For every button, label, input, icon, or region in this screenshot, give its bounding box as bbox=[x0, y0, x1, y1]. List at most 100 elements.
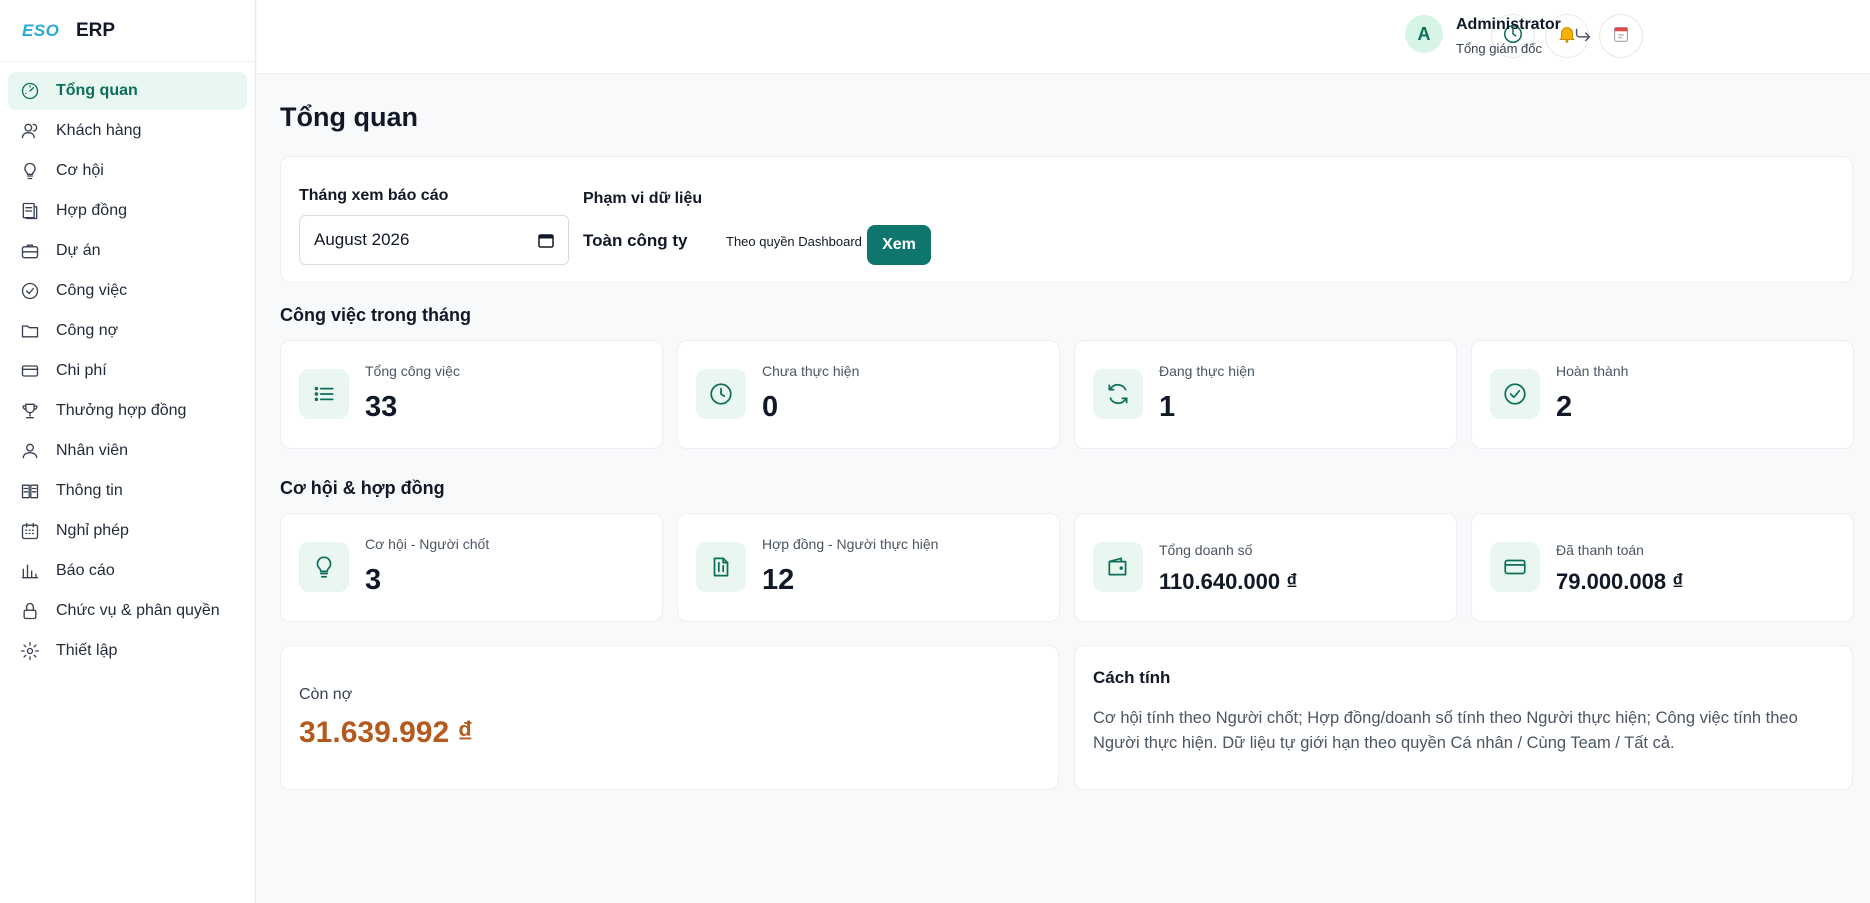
check-circle-icon bbox=[1490, 369, 1540, 419]
scope-label: Phạm vi dữ liệu bbox=[583, 190, 703, 207]
month-input[interactable]: August 2026 bbox=[299, 215, 569, 265]
sidebar-item-thuong-hop-dong[interactable]: Thưởng hợp đồng bbox=[8, 392, 247, 430]
stat-value: 79.000.008 ₫ bbox=[1556, 569, 1684, 594]
debt-value: 31.639.992 ₫ bbox=[299, 716, 473, 749]
newspaper-icon bbox=[19, 480, 41, 502]
calculation-note-card: Cách tính Cơ hội tính theo Người chốt; H… bbox=[1074, 645, 1853, 790]
dashboard-gauge-icon bbox=[19, 80, 41, 102]
debt-label: Còn nợ bbox=[299, 686, 353, 703]
stat-card-total-tasks[interactable]: Tổng công việc 33 bbox=[280, 340, 663, 449]
folder-icon bbox=[19, 320, 41, 342]
wallet-icon bbox=[1093, 542, 1143, 592]
view-button[interactable]: Xem bbox=[867, 225, 931, 265]
sidebar-item-label: Hợp đồng bbox=[56, 202, 127, 219]
lock-icon bbox=[19, 600, 41, 622]
sidebar-item-thiet-lap[interactable]: Thiết lập bbox=[8, 632, 247, 670]
brand-name: ERP bbox=[76, 19, 116, 41]
sidebar-item-thong-tin[interactable]: Thông tin bbox=[8, 472, 247, 510]
sidebar-item-chuc-vu-phan-quyen[interactable]: Chức vụ & phân quyền bbox=[8, 592, 247, 630]
sidebar-item-chi-phi[interactable]: Chi phí bbox=[8, 352, 247, 390]
stat-label: Cơ hội - Người chốt bbox=[365, 536, 490, 552]
sidebar-item-label: Thưởng hợp đồng bbox=[56, 402, 187, 419]
credit-card-icon bbox=[1490, 542, 1540, 592]
sidebar-item-co-hoi[interactable]: Cơ hội bbox=[8, 152, 247, 190]
customers-icon bbox=[19, 120, 41, 142]
stat-label: Hợp đồng - Người thực hiện bbox=[762, 536, 939, 552]
user-name[interactable]: Administrator bbox=[1456, 16, 1561, 34]
user-icon bbox=[19, 440, 41, 462]
stat-label: Tổng doanh số bbox=[1159, 542, 1253, 558]
stat-value: 0 bbox=[762, 391, 779, 423]
sidebar-item-label: Báo cáo bbox=[56, 562, 115, 579]
credit-card-icon bbox=[19, 360, 41, 382]
stat-value: 33 bbox=[365, 391, 398, 423]
clock-icon bbox=[696, 369, 746, 419]
logout-button[interactable] bbox=[1572, 24, 1596, 48]
deals-section-title: Cơ hội & hợp đồng bbox=[280, 478, 445, 498]
sidebar-item-label: Thông tin bbox=[56, 482, 123, 499]
sidebar-item-label: Tổng quan bbox=[56, 82, 138, 99]
sidebar-item-tong-quan[interactable]: Tổng quan bbox=[8, 72, 247, 110]
sidebar-item-nghi-phep[interactable]: Nghỉ phép bbox=[8, 512, 247, 550]
sidebar-nav: Tổng quan Khách hàng Cơ hội Hợp đồng Dự … bbox=[0, 62, 255, 670]
stat-value: 1 bbox=[1159, 391, 1176, 423]
stat-value: 12 bbox=[762, 564, 795, 596]
lightbulb-icon bbox=[19, 160, 41, 182]
sidebar-item-cong-viec[interactable]: Công việc bbox=[8, 272, 247, 310]
sidebar: ESO ERP Tổng quan Khách hàng Cơ hội Hợp … bbox=[0, 0, 256, 903]
stat-card-opportunities[interactable]: Cơ hội - Người chốt 3 bbox=[280, 513, 663, 622]
calendar-picker-icon[interactable] bbox=[538, 233, 554, 248]
user-role: Tổng giám đốc bbox=[1456, 41, 1542, 56]
stat-label: Tổng công việc bbox=[365, 363, 460, 379]
page-title: Tổng quan bbox=[280, 102, 418, 132]
calendar-button[interactable] bbox=[1599, 14, 1643, 58]
sidebar-item-label: Dự án bbox=[56, 242, 101, 259]
month-input-value: August 2026 bbox=[314, 230, 410, 249]
calculation-title: Cách tính bbox=[1093, 668, 1171, 687]
stat-value: 110.640.000 ₫ bbox=[1159, 569, 1298, 594]
stat-card-paid[interactable]: Đã thanh toán 79.000.008 ₫ bbox=[1471, 513, 1854, 622]
stat-card-contracts[interactable]: Hợp đồng - Người thực hiện 12 bbox=[677, 513, 1060, 622]
stat-card-not-started[interactable]: Chưa thực hiện 0 bbox=[677, 340, 1060, 449]
stat-card-completed[interactable]: Hoàn thành 2 bbox=[1471, 340, 1854, 449]
stat-label: Đã thanh toán bbox=[1556, 542, 1644, 558]
sidebar-item-label: Khách hàng bbox=[56, 122, 142, 139]
calculation-text: Cơ hội tính theo Người chốt; Hợp đồng/do… bbox=[1093, 709, 1798, 752]
stat-label: Chưa thực hiện bbox=[762, 363, 860, 379]
avatar[interactable]: A bbox=[1405, 15, 1443, 53]
stat-card-total-revenue[interactable]: Tổng doanh số 110.640.000 ₫ bbox=[1074, 513, 1457, 622]
sidebar-item-label: Cơ hội bbox=[56, 162, 104, 179]
trophy-icon bbox=[19, 400, 41, 422]
calendar-icon bbox=[1610, 23, 1632, 50]
calendar-grid-icon bbox=[19, 520, 41, 542]
debt-card: Còn nợ 31.639.992 ₫ bbox=[280, 645, 1059, 790]
sidebar-item-cong-no[interactable]: Công nợ bbox=[8, 312, 247, 350]
sidebar-item-hop-dong[interactable]: Hợp đồng bbox=[8, 192, 247, 230]
sidebar-item-bao-cao[interactable]: Báo cáo bbox=[8, 552, 247, 590]
scope-note: Theo quyền Dashboard bbox=[726, 234, 862, 249]
sidebar-item-label: Nhân viên bbox=[56, 442, 129, 459]
brand-logo: ESO bbox=[22, 20, 60, 40]
contract-icon bbox=[19, 200, 41, 222]
list-icon bbox=[299, 369, 349, 419]
filter-card: Tháng xem báo cáo August 2026 Phạm vi dữ… bbox=[280, 156, 1853, 283]
lightbulb-icon bbox=[299, 542, 349, 592]
sidebar-item-label: Chức vụ & phân quyền bbox=[56, 602, 220, 619]
refresh-icon bbox=[1093, 369, 1143, 419]
check-circle-icon bbox=[19, 280, 41, 302]
stat-card-in-progress[interactable]: Đang thực hiện 1 bbox=[1074, 340, 1457, 449]
scope-value: Toàn công ty bbox=[583, 231, 688, 250]
month-label: Tháng xem báo cáo bbox=[299, 187, 449, 204]
sidebar-item-du-an[interactable]: Dự án bbox=[8, 232, 247, 270]
logout-icon bbox=[1572, 28, 1594, 50]
sidebar-item-label: Công nợ bbox=[56, 322, 119, 339]
sidebar-item-label: Nghỉ phép bbox=[56, 522, 129, 539]
stat-label: Hoàn thành bbox=[1556, 363, 1629, 379]
brand[interactable]: ESO ERP bbox=[0, 0, 255, 62]
stat-label: Đang thực hiện bbox=[1159, 363, 1255, 379]
gear-icon bbox=[19, 640, 41, 662]
sidebar-item-nhan-vien[interactable]: Nhân viên bbox=[8, 432, 247, 470]
sidebar-item-label: Công việc bbox=[56, 282, 128, 299]
sidebar-item-khach-hang[interactable]: Khách hàng bbox=[8, 112, 247, 150]
bar-chart-icon bbox=[19, 560, 41, 582]
